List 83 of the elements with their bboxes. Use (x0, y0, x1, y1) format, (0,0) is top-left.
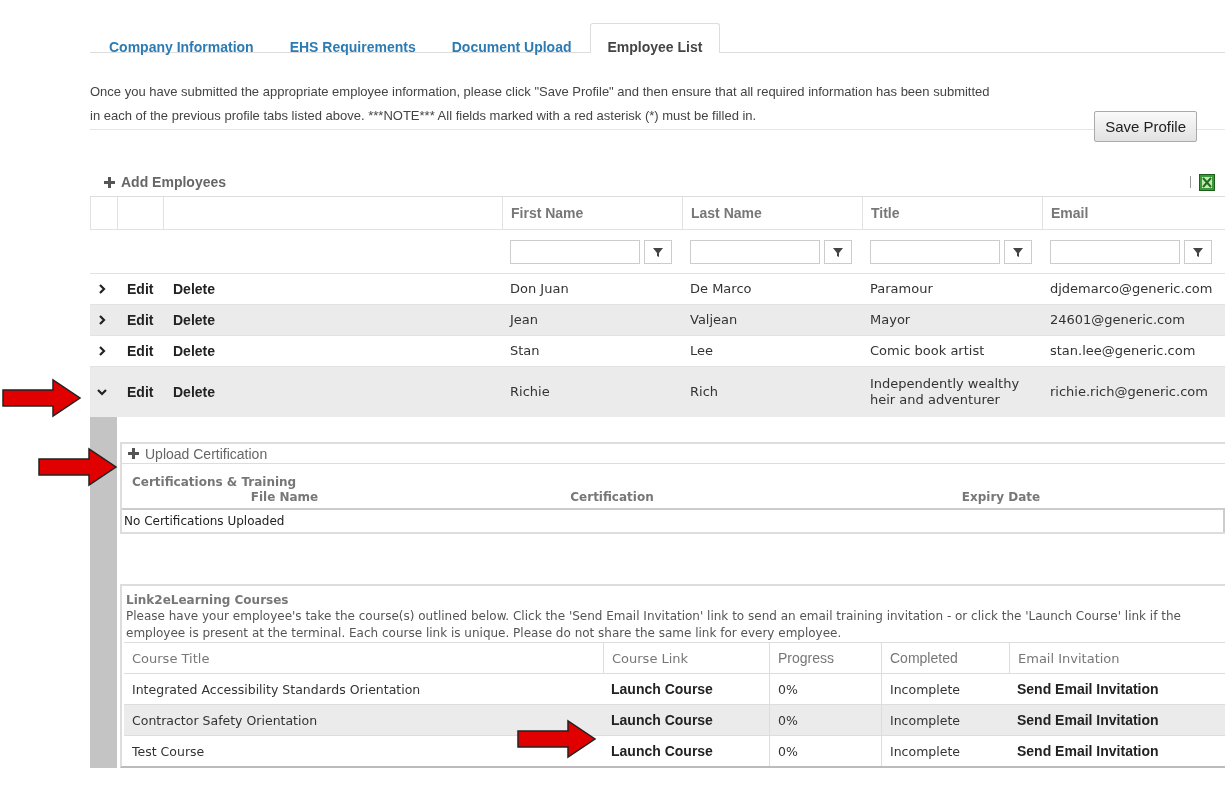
table-cell-text: djdemarco@generic.com (1049, 281, 1214, 297)
table-cell-text: Independently wealthy heir and adventurer (869, 376, 1021, 408)
filter-field[interactable] (690, 239, 820, 264)
table-cell-text: Jean (508, 312, 540, 328)
table-cell-text: Richie (509, 384, 551, 400)
chevron-icon (97, 387, 107, 397)
filter-field[interactable] (870, 239, 1000, 264)
save-profile-button[interactable]: Save Profile (1094, 111, 1197, 142)
table-cell-text: Valjean (689, 312, 739, 328)
tab[interactable]: Company Information (91, 24, 272, 53)
section-heading: Link2eLearning Courses (126, 593, 289, 607)
chevron-icon (97, 346, 107, 356)
column-header: Progress (769, 643, 881, 673)
plus-icon (104, 176, 115, 188)
delete-link[interactable]: Delete (163, 383, 502, 401)
delete-link[interactable]: Delete (163, 280, 502, 298)
column-header: Certification (569, 490, 655, 504)
column-header: First Name (502, 197, 682, 229)
delete-link[interactable]: Delete (163, 342, 502, 360)
table-cell-text: Mayor (869, 312, 912, 328)
table-cell: Integrated Accessibility Standards Orientation (132, 681, 421, 697)
table-cell-text: richie.rich@generic.com (1049, 384, 1209, 400)
column-header: Email (1042, 197, 1225, 229)
table-cell-text: Rich (689, 384, 720, 400)
filter-field[interactable] (510, 239, 640, 264)
filter-button[interactable] (644, 239, 672, 264)
filter-icon (652, 245, 664, 258)
table-cell: 0% (769, 736, 881, 766)
send-invitation-link[interactable]: Send Email Invitation (1009, 705, 1225, 735)
table-cell: 0% (769, 705, 881, 735)
table-cell-text: Stan (509, 343, 541, 359)
delete-link[interactable]: Delete (163, 311, 502, 329)
tab[interactable]: EHS Requirements (271, 24, 434, 53)
table-cell: Test Course (132, 743, 205, 759)
course-description: Please have your employee's take the course(s) outlined below. Click the 'Send Email Invitation' link to send an email training invitation - or click the 'Launch Course' link if the employee is present at the terminal. Each course link is unique. Please do not share the same link for every employee. (125, 608, 1182, 642)
edit-link[interactable]: Edit (117, 280, 163, 298)
chevron-icon (97, 315, 107, 325)
table-cell-text: Don Juan (509, 281, 570, 297)
instructions-text: Once you have submitted the appropriate employee information, please click "Save Profile" and then ensure that all required information has been submitted in each of the previous profile tabs listed above. ***NOTE*** All fields marked with a red asterisk (*) must be filled in. (90, 83, 991, 125)
filter-button[interactable] (824, 239, 852, 264)
column-header: Expiry Date (960, 490, 1042, 504)
table-cell-text: 24601@generic.com (1049, 312, 1186, 328)
edit-link[interactable]: Edit (117, 342, 163, 360)
add-employees-button[interactable]: Add Employees (104, 174, 227, 190)
column-header: Completed (881, 643, 1009, 673)
send-invitation-link[interactable]: Send Email Invitation (1009, 674, 1225, 704)
launch-course-link[interactable]: Launch Course (603, 705, 769, 735)
column-header: Email Invitation (1009, 643, 1225, 673)
arrow-icon (36, 447, 120, 487)
table-cell: Incomplete (881, 705, 1009, 735)
filter-button[interactable] (1004, 239, 1032, 264)
upload-certification-button[interactable]: Upload Certification (122, 444, 1225, 464)
column-header: Course Title (131, 649, 211, 668)
arrow-icon (0, 378, 84, 418)
launch-course-link[interactable]: Launch Course (603, 736, 769, 766)
table-cell: Incomplete (881, 736, 1009, 766)
tab[interactable]: Document Upload (433, 24, 590, 53)
arrow-icon (515, 719, 599, 759)
table-cell-text: Paramour (869, 281, 934, 297)
filter-button[interactable] (1184, 239, 1212, 264)
edit-link[interactable]: Edit (117, 383, 163, 401)
column-header: Course Link (603, 643, 769, 673)
table-cell-text: Comic book artist (869, 343, 986, 359)
tab[interactable]: Employee List (589, 23, 721, 53)
filter-field[interactable] (1050, 239, 1180, 264)
column-header: Last Name (682, 197, 862, 229)
table-cell-text: De Marco (689, 281, 753, 297)
table-cell: Contractor Safety Orientation (132, 712, 318, 728)
filter-icon (832, 245, 844, 258)
chevron-icon (97, 284, 107, 294)
spreadsheet-icon[interactable] (1199, 173, 1215, 191)
filter-icon (1012, 245, 1024, 258)
table-cell-text: stan.lee@generic.com (1049, 343, 1197, 359)
edit-link[interactable]: Edit (117, 311, 163, 329)
launch-course-link[interactable]: Launch Course (603, 674, 769, 704)
filter-icon (1192, 245, 1204, 258)
column-header: File Name (249, 490, 320, 504)
column-header: Title (862, 197, 1042, 229)
table-cell-text: Lee (689, 343, 714, 359)
plus-icon (128, 448, 139, 459)
section-heading: Certifications & Training (132, 475, 297, 489)
send-invitation-link[interactable]: Send Email Invitation (1009, 736, 1225, 766)
empty-message: No Certifications Uploaded (122, 508, 1225, 532)
